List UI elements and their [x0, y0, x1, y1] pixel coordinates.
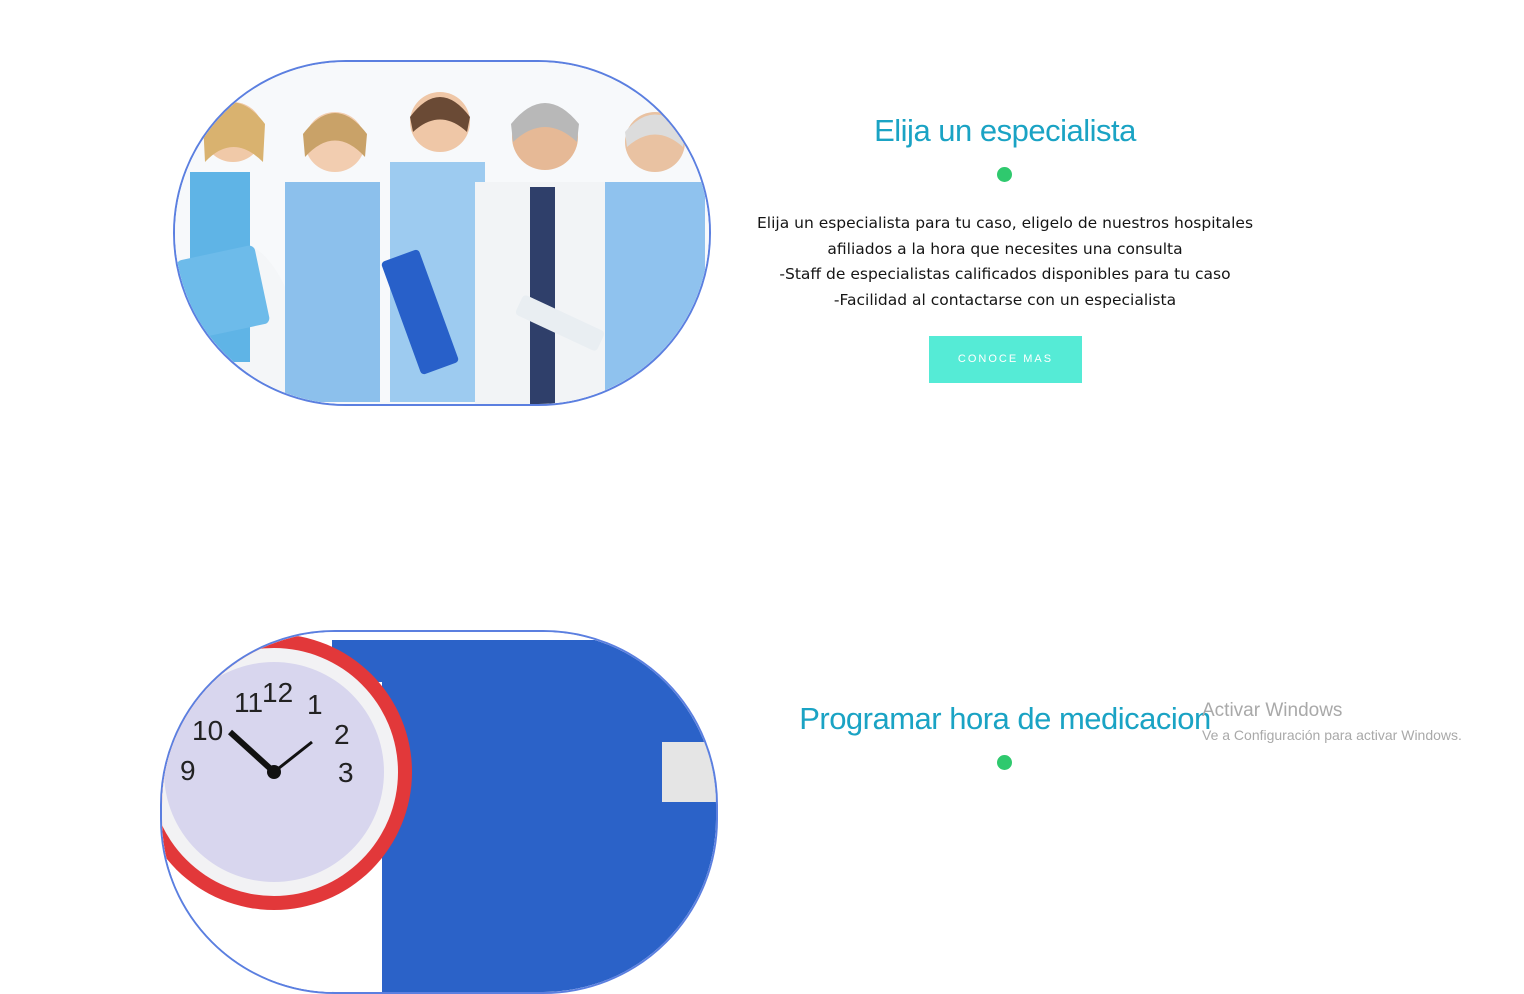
medical-team-illustration	[175, 62, 709, 404]
feature-section-specialist: Elija un especialista Elija un especiali…	[0, 0, 1524, 560]
svg-text:11: 11	[234, 687, 263, 718]
svg-text:12: 12	[262, 677, 293, 708]
svg-text:10: 10	[192, 715, 223, 746]
medical-team-photo	[173, 60, 711, 406]
learn-more-button[interactable]: CONOCE MAS	[929, 336, 1082, 383]
green-dot-icon	[997, 755, 1012, 770]
svg-text:3: 3	[338, 757, 354, 788]
description-line: afiliados a la hora que necesites una co…	[827, 239, 1183, 258]
feature-section-medication: 11 12 1 10 2 9 3	[0, 560, 1524, 994]
windows-activation-watermark: Activar Windows Ve a Configuración para …	[1202, 700, 1462, 745]
green-dot-icon	[997, 167, 1012, 182]
feature-title: Elija un especialista	[874, 113, 1136, 148]
watermark-subtitle: Ve a Configuración para activar Windows.	[1202, 727, 1462, 743]
alarm-clock-photo: 11 12 1 10 2 9 3	[160, 630, 718, 994]
svg-text:9: 9	[180, 755, 196, 786]
svg-text:2: 2	[334, 719, 350, 750]
feature-title: Programar hora de medicacion	[799, 701, 1211, 736]
feature-description: Elija un especialista para tu caso, elig…	[735, 211, 1275, 313]
description-line: -Facilidad al contactarse con un especia…	[833, 290, 1177, 309]
description-line: Elija un especialista para tu caso, elig…	[756, 214, 1254, 232]
alarm-clock-illustration: 11 12 1 10 2 9 3	[162, 632, 716, 992]
svg-text:1: 1	[307, 689, 323, 720]
watermark-title: Activar Windows	[1202, 700, 1343, 721]
description-line: -Staff de especialistas calificados disp…	[779, 265, 1231, 283]
